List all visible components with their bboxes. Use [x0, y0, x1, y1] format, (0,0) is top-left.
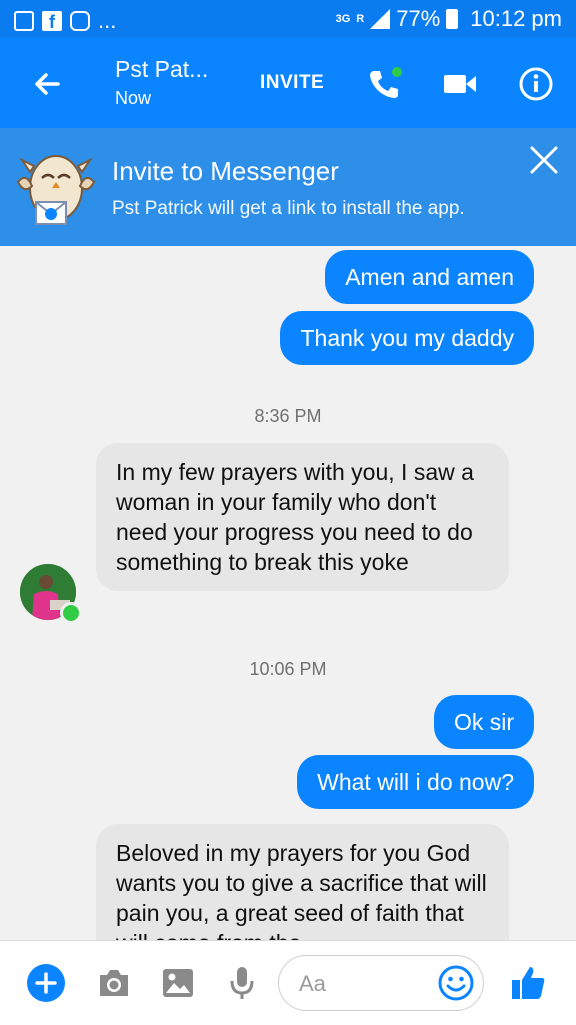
timestamp: 10:06 PM: [249, 659, 327, 679]
image-icon: [163, 969, 193, 997]
active-status: Now: [115, 88, 152, 108]
message-input[interactable]: [297, 970, 441, 998]
contact-name[interactable]: Pst Pat...: [115, 56, 208, 83]
incoming-message[interactable]: In my few prayers with you, I saw a woma…: [96, 443, 509, 591]
more-options-button[interactable]: [26, 963, 66, 1003]
composer-bar: [0, 940, 576, 1025]
incoming-message[interactable]: Beloved in my prayers for you God wants …: [96, 824, 509, 940]
status-dots: ...: [98, 8, 117, 33]
status-right: 3G R 77% 10:12 pm: [336, 6, 562, 32]
clock: 10:12 pm: [470, 6, 562, 31]
status-left: f ...: [14, 8, 116, 34]
video-call-button[interactable]: [438, 62, 482, 106]
invite-button[interactable]: INVITE: [260, 72, 324, 94]
signal-icon: [370, 9, 391, 29]
instagram-icon: [70, 11, 90, 31]
gallery-button[interactable]: [158, 963, 198, 1003]
battery-icon: [446, 9, 459, 29]
message-list[interactable]: Amen and amen Thank you my daddy 8:36 PM…: [0, 246, 576, 940]
outgoing-message[interactable]: Amen and amen: [325, 250, 534, 304]
image-icon: [14, 11, 34, 31]
network-label: 3G: [335, 13, 351, 25]
close-icon[interactable]: [526, 142, 562, 178]
facebook-icon: f: [42, 11, 62, 32]
like-button[interactable]: [508, 963, 548, 1003]
voice-call-button[interactable]: [362, 62, 406, 106]
microphone-icon: [230, 967, 254, 999]
phone-icon: [370, 67, 402, 98]
outgoing-message[interactable]: What will i do now?: [297, 755, 534, 809]
outgoing-message[interactable]: Thank you my daddy: [280, 311, 534, 365]
status-bar: f ... 3G R 77% 10:12 pm: [0, 0, 576, 38]
info-icon: [519, 67, 553, 101]
invite-banner[interactable]: Invite to Messenger Pst Patrick will get…: [0, 128, 576, 246]
message-input-container[interactable]: [278, 955, 484, 1011]
online-indicator: [60, 602, 82, 624]
camera-button[interactable]: [94, 963, 134, 1003]
banner-subtitle: Pst Patrick will get a link to install t…: [112, 198, 465, 219]
outgoing-message[interactable]: Ok sir: [433, 695, 534, 749]
emoji-icon[interactable]: [437, 964, 475, 1002]
back-arrow-icon[interactable]: [28, 64, 68, 104]
thumbs-up-icon: [512, 967, 545, 999]
plus-icon: [27, 964, 65, 1002]
conversation-header: Pst Pat... Now INVITE: [0, 38, 576, 128]
banner-title: Invite to Messenger: [112, 156, 339, 186]
video-camera-icon: [444, 75, 476, 93]
voice-message-button[interactable]: [222, 963, 262, 1003]
timestamp: 8:36 PM: [254, 406, 322, 426]
battery-percent: 77%: [396, 6, 441, 31]
info-button[interactable]: [514, 62, 558, 106]
owl-mascot-icon: [16, 155, 96, 225]
roaming-label: R: [356, 13, 365, 25]
camera-icon: [100, 970, 128, 996]
